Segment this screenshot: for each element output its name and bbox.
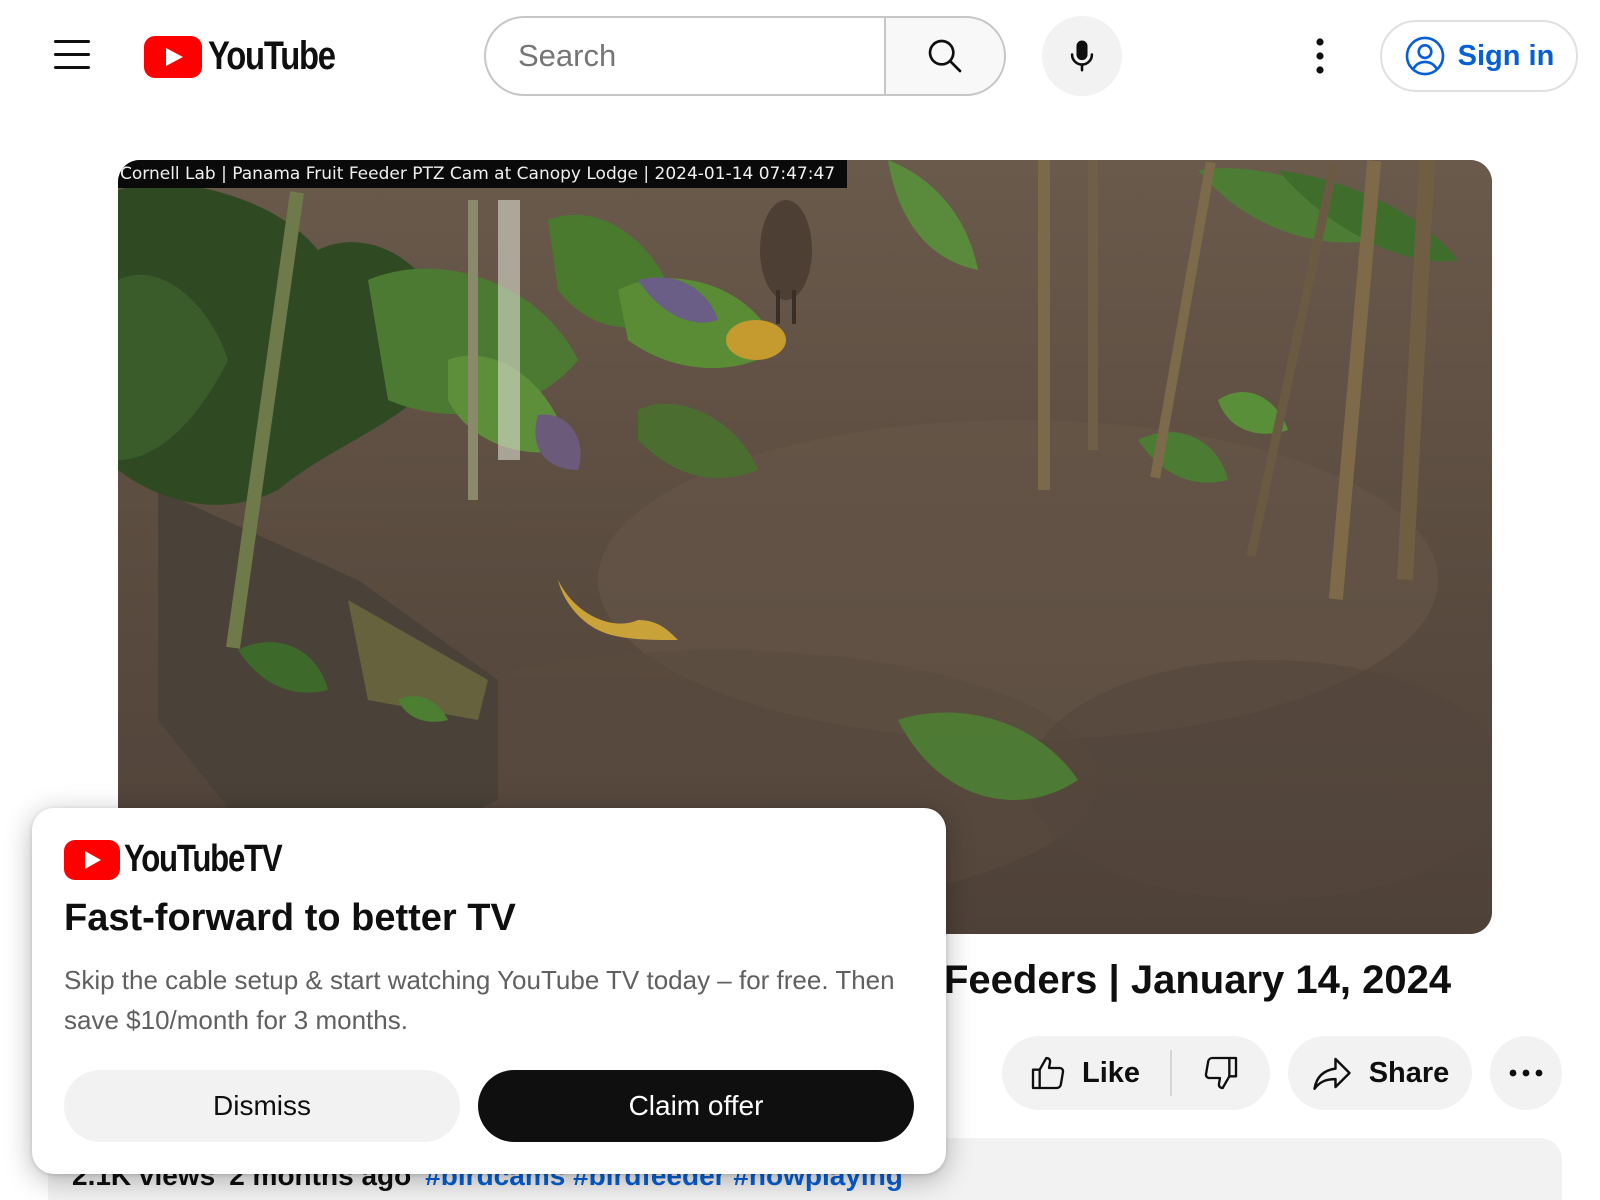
- guide-menu-button[interactable]: [48, 30, 96, 78]
- like-label: Like: [1082, 1056, 1141, 1089]
- claim-offer-button[interactable]: Claim offer: [478, 1070, 914, 1142]
- search-bar: [484, 16, 1006, 96]
- like-dislike-group: Like: [1002, 1036, 1270, 1110]
- thumb-down-icon: [1204, 1056, 1238, 1090]
- share-button[interactable]: Share: [1288, 1036, 1472, 1110]
- youtube-tv-logo: YouTubeTV: [64, 838, 914, 881]
- promo-buttons: Dismiss Claim offer: [64, 1070, 914, 1142]
- dislike-button[interactable]: [1172, 1036, 1270, 1110]
- account-circle-icon: [1405, 36, 1444, 76]
- like-button[interactable]: Like: [1002, 1036, 1170, 1110]
- sign-in-label: Sign in: [1457, 39, 1555, 72]
- hamburger-menu-icon: [54, 39, 90, 43]
- search-button[interactable]: [884, 16, 1006, 96]
- video-title: Feeders | January 14, 2024: [944, 958, 1452, 1002]
- more-actions-button[interactable]: [1490, 1036, 1562, 1110]
- promo-title: Fast-forward to better TV: [64, 897, 516, 939]
- youtube-logo[interactable]: YouTube: [144, 34, 363, 79]
- search-input[interactable]: [484, 16, 884, 96]
- sign-in-button[interactable]: Sign in: [1380, 20, 1578, 92]
- camera-overlay-caption: Cornell Lab | Panama Fruit Feeder PTZ Ca…: [118, 160, 848, 188]
- more-vertical-icon: [1316, 38, 1324, 74]
- share-label: Share: [1368, 1056, 1450, 1089]
- youtube-tv-logo-text: YouTubeTV: [124, 838, 283, 880]
- share-arrow-icon: [1312, 1057, 1351, 1090]
- settings-more-button[interactable]: [1296, 32, 1344, 80]
- youtube-logo-icon: [64, 839, 120, 880]
- thumb-up-icon: [1031, 1056, 1065, 1090]
- voice-search-button[interactable]: [1042, 16, 1122, 96]
- youtube-tv-promo-dialog: YouTubeTV Fast-forward to better TV Skip…: [32, 808, 946, 1174]
- logo-text: YouTube: [208, 34, 336, 78]
- promo-body: Skip the cable setup & start watching Yo…: [64, 965, 895, 1035]
- youtube-logo-icon: [144, 35, 202, 78]
- microphone-icon: [1070, 40, 1094, 72]
- search-icon: [928, 39, 962, 73]
- dismiss-button[interactable]: Dismiss: [64, 1070, 460, 1142]
- more-horizontal-icon: [1509, 1069, 1543, 1077]
